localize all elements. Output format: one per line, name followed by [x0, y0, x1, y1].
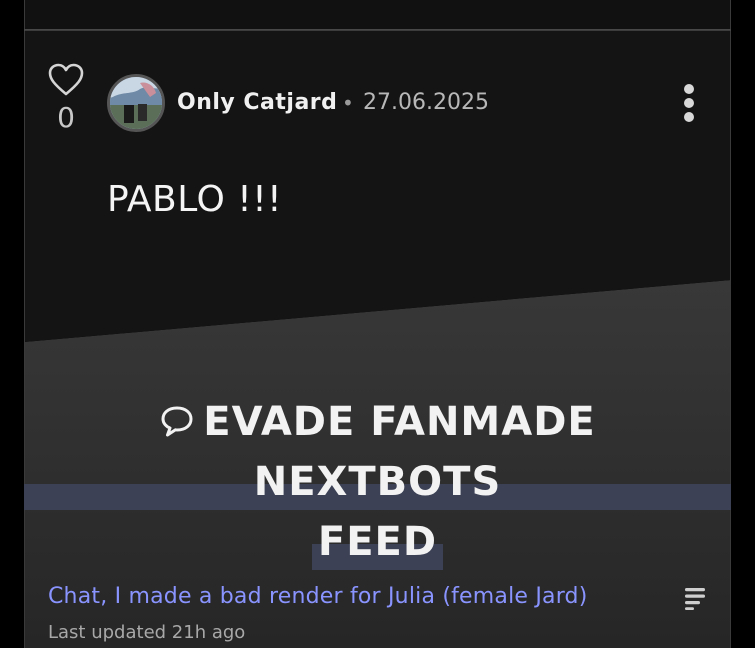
feed-title-line-2: FEED [311, 512, 444, 572]
author-name[interactable]: Only Catjard [177, 88, 337, 118]
page: 0 Only Catjard • 27.06.2025 PABLO !!! EV… [0, 0, 755, 648]
vertical-dots-icon[interactable] [676, 82, 702, 124]
thread-title-link[interactable]: Chat, I made a bad render for Julia (fem… [48, 582, 588, 612]
feed-title-line-1: EVADE FANMADE NEXTBOTS [24, 392, 731, 512]
feed-title: EVADE FANMADE NEXTBOTS FEED [24, 392, 731, 572]
heart-outline-icon[interactable] [48, 63, 84, 97]
speech-bubble-icon [159, 396, 195, 437]
like-count: 0 [57, 101, 75, 134]
post-date: 27.06.2025 [363, 90, 489, 115]
thread-last-updated: Last updated 21h ago [48, 622, 246, 643]
avatar[interactable] [107, 74, 165, 132]
text-lines-icon[interactable] [684, 586, 708, 610]
previous-post-card [24, 0, 731, 30]
meta-separator: • [342, 91, 354, 115]
post-body: PABLO !!! [107, 179, 283, 220]
